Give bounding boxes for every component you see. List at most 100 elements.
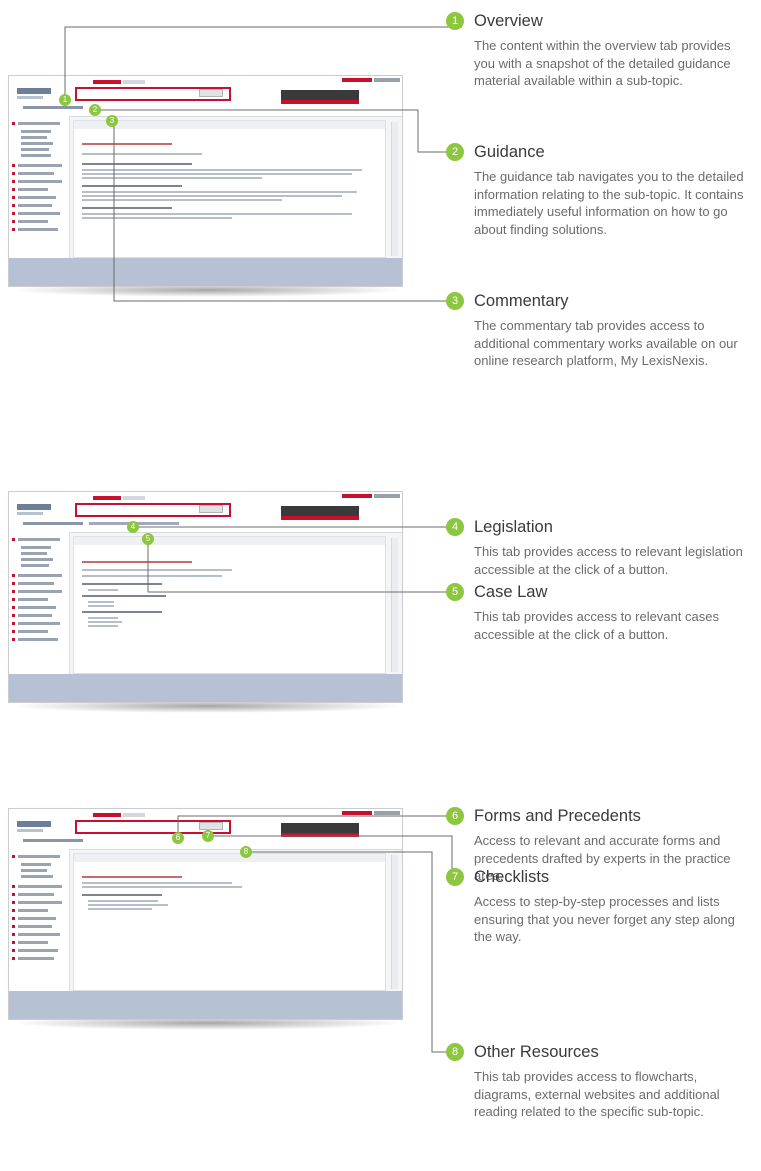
search-button[interactable] [199,822,223,830]
top-nav-active[interactable] [342,494,372,498]
sidebar-item[interactable] [21,136,47,139]
sidebar-item[interactable] [21,552,47,555]
sidebar-item[interactable] [18,885,62,888]
sidebar-item[interactable] [18,188,48,191]
active-tab[interactable] [93,813,121,817]
sidebar-item[interactable] [18,909,48,912]
numbered-circle-icon: 3 [446,292,464,310]
inactive-tab[interactable] [123,496,145,500]
sidebar-item[interactable] [18,598,48,601]
content-line [82,195,342,197]
search-button[interactable] [199,505,223,513]
scrollbar[interactable] [391,538,398,672]
active-tab[interactable] [93,496,121,500]
content-panel [73,536,386,674]
content-tabs[interactable] [74,537,385,545]
scrollbar[interactable] [391,855,398,989]
sidebar-item[interactable] [21,130,51,133]
sidebar-item[interactable] [18,614,52,617]
sidebar-item[interactable] [18,855,60,858]
sidebar-item[interactable] [18,590,62,593]
top-nav-item[interactable] [374,78,400,82]
sidebar-item[interactable] [21,546,51,549]
callout-legislation: Legislation This tab provides access to … [474,517,754,578]
marker-8-icon: 8 [240,846,252,858]
sidebar-item[interactable] [21,142,53,145]
breadcrumb[interactable] [23,522,83,525]
sidebar-item[interactable] [18,606,56,609]
sidebar-item[interactable] [21,875,53,878]
content-tab-row[interactable] [82,153,202,155]
sidebar-item[interactable] [21,154,51,157]
sidebar-item[interactable] [18,196,56,199]
top-nav-item[interactable] [374,811,400,815]
sidebar-item[interactable] [18,893,54,896]
sidebar-item[interactable] [18,220,48,223]
marker-2-icon: 2 [89,104,101,116]
sidebar-item[interactable] [18,204,52,207]
promo-banner-bar [281,516,359,520]
callout-title: Overview [474,12,543,30]
callout-description: The commentary tab provides access to ad… [474,318,738,368]
content-line [88,605,114,607]
top-nav-active[interactable] [342,78,372,82]
sidebar-item[interactable] [18,122,60,125]
sidebar-item[interactable] [18,901,62,904]
sidebar-item[interactable] [21,148,49,151]
numbered-circle-icon: 1 [446,12,464,30]
sidebar-bullet [12,574,15,577]
content-tab-row[interactable] [82,569,232,571]
callout-other-resources: Other Resources This tab provides access… [474,1042,754,1121]
content-line [88,908,152,910]
content-tabs[interactable] [74,854,385,862]
sidebar-bullet [12,622,15,625]
top-nav-item[interactable] [374,494,400,498]
promo-banner-bar [281,100,359,104]
sidebar-item[interactable] [18,638,58,641]
content-line [82,207,172,209]
sidebar-item[interactable] [18,925,52,928]
search-button[interactable] [199,89,223,97]
sidebar-item[interactable] [18,630,48,633]
sidebar-item[interactable] [21,558,53,561]
sidebar-item[interactable] [18,212,60,215]
content-line [82,575,222,577]
sidebar-item[interactable] [18,164,62,167]
content-tabs[interactable] [74,121,385,129]
sidebar-item[interactable] [18,228,58,231]
sidebar-item[interactable] [18,622,60,625]
sidebar-item[interactable] [18,949,58,952]
sidebar-bullet [12,630,15,633]
numbered-circle-icon: 6 [446,807,464,825]
numbered-circle-icon: 7 [446,868,464,886]
content-tab-row[interactable] [82,882,232,884]
marker-7-icon: 7 [202,830,214,842]
breadcrumb[interactable] [23,839,83,842]
callout-title: Guidance [474,143,545,161]
sidebar-item[interactable] [18,933,60,936]
breadcrumb[interactable] [23,106,83,109]
active-tab[interactable] [93,80,121,84]
sidebar-item[interactable] [18,180,62,183]
sidebar-item[interactable] [21,863,51,866]
sidebar-item[interactable] [18,172,54,175]
sidebar [9,849,70,991]
app-footer [9,674,402,702]
top-nav-active[interactable] [342,811,372,815]
screenshot-legislation [8,491,405,713]
sidebar-bullet [12,204,15,207]
sidebar-item[interactable] [18,917,56,920]
sidebar-item[interactable] [18,957,54,960]
sidebar-item[interactable] [18,574,62,577]
sidebar-bullet [12,917,15,920]
sidebar-item[interactable] [21,564,49,567]
inactive-tab[interactable] [123,80,145,84]
sidebar-item[interactable] [18,941,48,944]
sidebar-item[interactable] [18,538,60,541]
sidebar-item[interactable] [21,869,47,872]
sidebar-item[interactable] [18,582,54,585]
callout-overview: Overview The content within the overview… [474,11,754,90]
scrollbar[interactable] [391,122,398,256]
inactive-tab[interactable] [123,813,145,817]
sidebar-bullet [12,614,15,617]
